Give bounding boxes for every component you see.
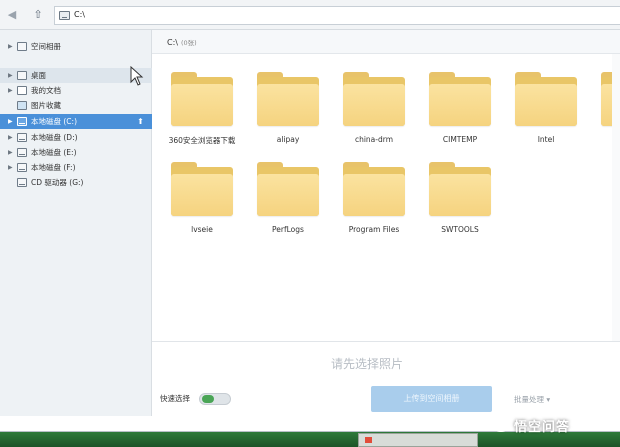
folder-item[interactable]: Intel [496,55,577,144]
sidebar-item-cd-drive[interactable]: CD 驱动器 (G:) [0,175,152,190]
folder-item[interactable]: Program Files [324,145,405,234]
photo-count: (0张) [180,39,197,47]
expand-arrow-icon[interactable]: ▶ [8,114,13,129]
taskbar-item[interactable] [358,433,478,447]
up-folder-icon[interactable]: ⇧ [30,8,46,22]
address-bar[interactable]: C:\ [54,6,620,25]
sidebar-item-drive-f[interactable]: ▶ 本地磁盘 (F:) [0,160,152,175]
drive-icon [59,11,70,20]
sidebar-item-album[interactable]: ▶ 空间相册 [0,39,152,54]
expand-arrow-icon[interactable]: ▶ [8,160,13,175]
folder-item[interactable]: SWTOOLS [410,145,491,234]
folder-item[interactable]: 360安全浏览器下载 [152,55,235,145]
scroll-area[interactable] [612,54,620,341]
expand-arrow-icon[interactable]: ▶ [8,83,13,98]
folder-name: PerfLogs [272,225,304,234]
folder-icon [171,162,233,216]
folder-icon [429,162,491,216]
expand-arrow-icon[interactable]: ▶ [8,145,13,160]
picture-icon [17,101,27,110]
navigation-bar: ◀ ⇧ C:\ [0,0,620,30]
drive-icon [17,117,27,126]
mouse-cursor-icon [130,66,144,86]
sidebar-item-label: 我的文档 [31,86,61,95]
cd-drive-icon [17,178,27,187]
sidebar-item-label: 本地磁盘 (E:) [31,148,77,157]
sidebar-item-drive-e[interactable]: ▶ 本地磁盘 (E:) [0,145,152,160]
current-path: C:\ (0张) [167,38,197,47]
desktop-icon [17,71,27,80]
sidebar-item-label: 空间相册 [31,42,61,51]
chat-bubble-icon [492,416,510,432]
toggle-knob [202,395,214,403]
folder-icon [429,72,491,126]
folder-name: SWTOOLS [441,225,479,234]
batch-process-dropdown[interactable]: 批量处理 ▾ [514,394,550,405]
folder-item[interactable]: lvseie [152,145,233,234]
folder-name: CIMTEMP [442,135,478,144]
folder-item[interactable]: PerfLogs [238,145,319,234]
sidebar-item-label: 桌面 [31,71,46,80]
folder-icon [257,72,319,126]
folder-item[interactable]: china-drm [324,55,405,144]
upload-arrow-icon[interactable]: ⬆ [135,116,146,127]
folder-tree-sidebar: ▶ 空间相册 ▶ 桌面 ▶ 我的文档 图片收藏 ▶ 本地磁盘 (C:) ⬆ ▶ … [0,30,152,416]
current-path-header: C:\ (0张) [152,30,620,54]
sidebar-item-label: 本地磁盘 (F:) [31,163,76,172]
sidebar-item-pictures[interactable]: 图片收藏 [0,98,152,113]
select-photo-hint: 请先选择照片 [330,357,403,371]
sidebar-item-label: 本地磁盘 (D:) [31,133,78,142]
document-icon [17,86,27,95]
address-path: C:\ [74,10,85,19]
drive-icon [17,148,27,157]
folder-icon [343,72,405,126]
sidebar-item-drive-d[interactable]: ▶ 本地磁盘 (D:) [0,130,152,145]
folder-icon [171,72,233,126]
photo-upload-window: ◀ ⇧ C:\ ▶ 空间相册 ▶ 桌面 ▶ 我的文档 图片收藏 ▶ 本地磁盘 (… [0,0,620,432]
folder-icon [515,72,577,126]
expand-arrow-icon[interactable]: ▶ [8,68,13,83]
folder-name: alipay [276,135,300,144]
expand-arrow-icon[interactable]: ▶ [8,39,13,54]
upload-to-album-button[interactable]: 上传到空间相册 [371,386,492,412]
sidebar-item-drive-c[interactable]: ▶ 本地磁盘 (C:) ⬆ [0,114,152,129]
folder-name: Intel [537,135,555,144]
back-arrow-icon[interactable]: ◀ [4,8,20,22]
sidebar-item-label: 图片收藏 [31,101,61,110]
quick-select-toggle[interactable] [199,393,231,405]
folder-item[interactable]: alipay [238,55,319,144]
sidebar-item-label: CD 驱动器 (G:) [31,178,84,187]
expand-arrow-icon[interactable]: ▶ [8,130,13,145]
quick-select-label: 快速选择 [160,394,190,403]
folder-icon [343,162,405,216]
drive-icon [17,163,27,172]
folder-name: lvseie [191,225,213,234]
app-icon [365,437,372,443]
folder-name: Program Files [348,225,400,234]
drive-icon [17,133,27,142]
watermark-text: 悟空问答 [514,420,571,435]
folder-grid: 360安全浏览器下载 alipay china-drm CIMTEMP Inte… [152,55,620,340]
folder-name: china-drm [354,135,394,144]
album-icon [17,42,27,51]
folder-item[interactable]: CIMTEMP [410,55,491,144]
sidebar-item-label: 本地磁盘 (C:) [31,117,77,126]
folder-icon [257,162,319,216]
